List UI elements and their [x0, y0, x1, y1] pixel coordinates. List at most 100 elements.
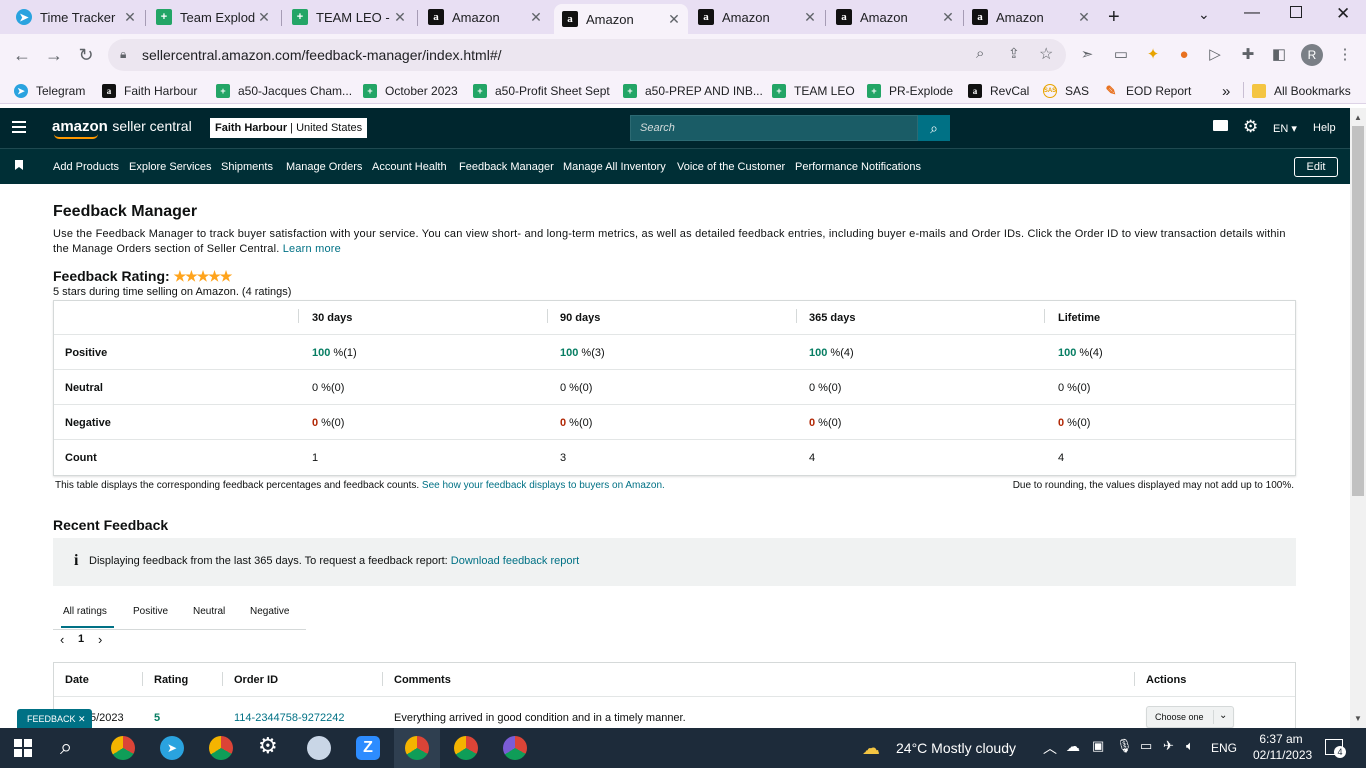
browser-tab-team-explode[interactable]: + Team Explod ✕ — [148, 4, 278, 30]
language-selector[interactable]: EN ▾ — [1273, 122, 1297, 135]
onedrive-icon[interactable]: ☁ — [1066, 738, 1080, 755]
close-tab-icon[interactable]: ✕ — [666, 11, 682, 28]
nav-voice-of-customer[interactable]: Voice of the Customer — [677, 161, 785, 173]
browser-tab-amazon-5[interactable]: a Amazon ✕ — [964, 4, 1098, 30]
weather-icon[interactable]: ☁ — [862, 738, 880, 759]
paint-icon[interactable] — [307, 736, 331, 760]
chrome-icon[interactable] — [209, 736, 233, 760]
close-tab-icon[interactable]: ✕ — [940, 9, 956, 26]
help-link[interactable]: Help — [1313, 122, 1336, 134]
address-bar[interactable]: 🔒︎ sellercentral.amazon.com/feedback-man… — [108, 39, 1066, 71]
bookmark-icon[interactable] — [15, 160, 23, 170]
browser-tab-amazon-1[interactable]: a Amazon ✕ — [420, 4, 550, 30]
tab-negative[interactable]: Negative — [250, 606, 289, 617]
bookmark-item[interactable]: SAS SAS — [1043, 82, 1089, 100]
nav-feedback-manager[interactable]: Feedback Manager — [459, 161, 554, 173]
download-report-link[interactable]: Download feedback report — [451, 555, 579, 567]
menu-kebab-icon[interactable]: ⋮ — [1334, 44, 1356, 66]
seller-central-logo[interactable]: amazon seller central — [52, 118, 192, 139]
feedback-widget-tab[interactable]: FEEDBACK ✕ — [17, 709, 92, 728]
page-scrollbar[interactable]: ▲ ▼ — [1350, 108, 1366, 728]
bookmark-item[interactable]: + PR-Explode — [867, 82, 953, 100]
close-tab-icon[interactable]: ✕ — [392, 9, 408, 26]
volume-icon[interactable]: 🔈︎ — [1186, 738, 1194, 754]
microphone-icon[interactable]: 🎙︎ — [1116, 738, 1133, 754]
nav-performance-notifications[interactable]: Performance Notifications — [795, 161, 921, 173]
browser-tab-amazon-3[interactable]: a Amazon ✕ — [690, 4, 824, 30]
browser-tab-amazon-4[interactable]: a Amazon ✕ — [828, 4, 962, 30]
pager-current-page[interactable]: 1 — [78, 633, 84, 645]
extensions-puzzle-icon[interactable]: ✚ — [1237, 44, 1259, 66]
new-tab-icon[interactable]: + — [1108, 6, 1120, 29]
extension-arrow-icon[interactable]: ➣ — [1076, 44, 1098, 66]
chrome-profile-icon[interactable] — [454, 736, 478, 760]
scroll-thumb[interactable] — [1352, 126, 1364, 496]
chrome-icon[interactable] — [111, 736, 135, 760]
nav-explore-services[interactable]: Explore Services — [129, 161, 212, 173]
tray-chevron-icon[interactable]: ︿ — [1043, 738, 1057, 758]
bookmark-item[interactable]: ✎ EOD Report — [1104, 82, 1192, 100]
weather-text[interactable]: 24°C Mostly cloudy — [896, 740, 1016, 756]
windows-start-icon[interactable] — [14, 739, 32, 757]
extension-off-icon[interactable]: ▭ — [1110, 44, 1132, 66]
nav-add-products[interactable]: Add Products — [53, 161, 119, 173]
browser-tab-amazon-active[interactable]: a Amazon ✕ — [554, 4, 688, 34]
clock[interactable]: 6:37 am 02/11/2023 — [1253, 732, 1312, 762]
network-icon[interactable]: ✈ — [1163, 738, 1174, 754]
extension-play-icon[interactable]: ▷ — [1204, 44, 1226, 66]
close-tab-icon[interactable]: ✕ — [122, 9, 138, 26]
bookmarks-overflow-icon[interactable]: » — [1222, 82, 1230, 100]
extension-orange-icon[interactable]: ● — [1173, 44, 1195, 66]
close-tab-icon[interactable]: ✕ — [528, 9, 544, 26]
account-switcher[interactable]: Faith Harbour | United States — [210, 118, 368, 138]
forward-icon[interactable]: → — [43, 44, 65, 66]
bookmark-item[interactable]: ➤ Telegram — [14, 82, 85, 100]
bookmark-item[interactable]: a Faith Harbour — [102, 82, 197, 100]
meet-icon[interactable]: ▣ — [1092, 738, 1104, 754]
bookmark-item[interactable]: a RevCal — [968, 82, 1029, 100]
close-tab-icon[interactable]: ✕ — [1076, 9, 1092, 26]
settings-gear-icon[interactable]: ⚙ — [1243, 117, 1258, 137]
chrome-profile-icon[interactable] — [503, 736, 527, 760]
browser-tab-team-leo[interactable]: + TEAM LEO - ✕ — [284, 4, 414, 30]
hamburger-menu-icon[interactable] — [12, 121, 26, 133]
scroll-down-icon[interactable]: ▼ — [1354, 714, 1362, 723]
mail-icon[interactable] — [1213, 120, 1228, 131]
telegram-icon[interactable]: ➤ — [160, 736, 184, 760]
profile-avatar[interactable]: R — [1301, 44, 1323, 66]
search-input[interactable]: Search — [630, 115, 918, 141]
close-window-icon[interactable]: ✕ — [1336, 4, 1350, 24]
nav-shipments[interactable]: Shipments — [221, 161, 273, 173]
close-tab-icon[interactable]: ✕ — [802, 9, 818, 26]
close-icon[interactable]: ✕ — [78, 714, 86, 724]
extension-boost-icon[interactable]: ✦ — [1142, 44, 1164, 66]
share-icon[interactable]: ⇪ — [1008, 45, 1020, 62]
nav-account-health[interactable]: Account Health — [372, 161, 447, 173]
close-tab-icon[interactable]: ✕ — [256, 9, 272, 26]
back-icon[interactable]: ← — [11, 44, 33, 66]
bookmark-item[interactable]: + a50-Jacques Cham... — [216, 82, 352, 100]
search-icon[interactable]: ⌕ — [60, 734, 72, 760]
edit-nav-button[interactable]: Edit — [1294, 157, 1338, 177]
tab-all-ratings[interactable]: All ratings — [63, 606, 107, 617]
tab-search-icon[interactable]: ⌄ — [1198, 6, 1210, 23]
reload-icon[interactable]: ↻ — [75, 44, 97, 66]
nav-manage-all-inventory[interactable]: Manage All Inventory — [563, 161, 666, 173]
bookmark-item[interactable]: + a50-PREP AND INB... — [623, 82, 763, 100]
tab-neutral[interactable]: Neutral — [193, 606, 225, 617]
bookmark-item[interactable]: + October 2023 — [363, 82, 458, 100]
scroll-up-icon[interactable]: ▲ — [1354, 113, 1362, 122]
zoom-icon[interactable]: ⌕ — [976, 45, 984, 62]
zoom-app-icon[interactable]: Z — [356, 736, 380, 760]
learn-more-link[interactable]: Learn more — [283, 243, 341, 255]
bookmark-star-icon[interactable]: ☆ — [1039, 44, 1053, 64]
settings-gear-icon[interactable]: ⚙ — [258, 733, 278, 759]
buyer-display-link[interactable]: See how your feedback displays to buyers… — [422, 480, 665, 491]
nav-manage-orders[interactable]: Manage Orders — [286, 161, 362, 173]
side-panel-icon[interactable]: ◧ — [1268, 44, 1290, 66]
language-indicator[interactable]: ENG — [1211, 741, 1237, 755]
search-button[interactable]: ⌕ — [918, 115, 950, 141]
all-bookmarks[interactable]: All Bookmarks — [1252, 82, 1351, 100]
bookmark-item[interactable]: + TEAM LEO — [772, 82, 855, 100]
chrome-profile-icon[interactable] — [405, 736, 429, 760]
